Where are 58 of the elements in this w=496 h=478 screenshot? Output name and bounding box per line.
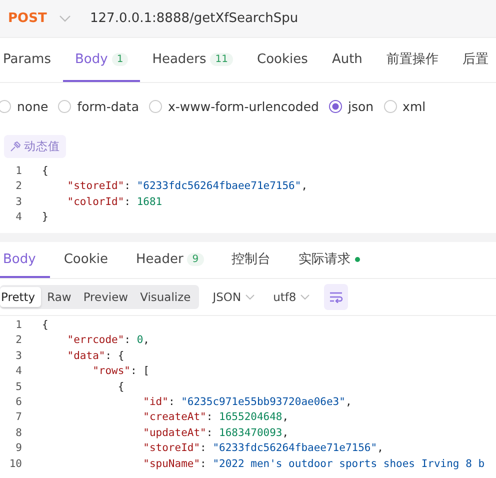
code-line: "createAt": 1655204648, bbox=[142, 410, 289, 426]
response-tab[interactable]: 实际请求 bbox=[284, 242, 374, 278]
line-number: 9 bbox=[14, 441, 22, 456]
response-tab[interactable]: Cookie bbox=[50, 242, 122, 278]
code-line: "colorId": 1681 bbox=[66, 194, 162, 210]
code-line: "rows": [ bbox=[92, 364, 150, 380]
body-type-radio[interactable]: json bbox=[328, 98, 374, 114]
chevron-down-icon bbox=[245, 294, 256, 300]
line-number: 7 bbox=[14, 410, 22, 426]
view-mode-button[interactable]: Pretty bbox=[0, 287, 42, 307]
line-number: 8 bbox=[14, 426, 22, 441]
chevron-down-icon bbox=[300, 294, 310, 300]
view-mode-button[interactable]: Raw bbox=[41, 287, 78, 307]
response-tab[interactable]: 控制台 bbox=[218, 242, 285, 278]
line-number: 4 bbox=[14, 210, 22, 226]
line-number: 2 bbox=[14, 333, 22, 348]
body-type-radio[interactable]: x-www-form-urlencoded bbox=[149, 98, 319, 114]
request-tab[interactable]: Auth bbox=[320, 38, 374, 82]
chevron-down-icon bbox=[58, 14, 71, 22]
wrap-lines-icon bbox=[329, 291, 344, 303]
code-line: { bbox=[116, 380, 124, 395]
code-line: { bbox=[42, 164, 48, 179]
code-line: } bbox=[42, 210, 48, 226]
url-field[interactable]: 127.0.0.1:8888/getXfSearchSpu bbox=[80, 0, 496, 37]
body-type-radio[interactable]: xml bbox=[384, 98, 426, 114]
word-wrap-button[interactable] bbox=[324, 284, 348, 310]
code-line: "id": "6235c971e55bb93720ae06e3", bbox=[142, 394, 352, 410]
view-mode-button[interactable]: Preview bbox=[77, 287, 134, 307]
line-number: 10 bbox=[8, 456, 22, 472]
pin-icon bbox=[10, 140, 21, 152]
request-tab[interactable]: Params bbox=[0, 38, 63, 82]
view-mode-button[interactable]: Visualize bbox=[134, 287, 197, 307]
code-line: "storeId": "6233fdc56264fbaee71e7156", bbox=[142, 441, 384, 456]
request-tab[interactable]: Headers 11 bbox=[140, 38, 246, 82]
code-line: { bbox=[42, 318, 48, 333]
line-number: 2 bbox=[14, 179, 22, 194]
code-line: "errcode": 0, bbox=[66, 333, 150, 348]
line-number: 3 bbox=[14, 348, 22, 364]
request-tab[interactable]: Cookies bbox=[245, 38, 320, 82]
line-number: 6 bbox=[14, 394, 22, 410]
line-number: 1 bbox=[14, 318, 22, 333]
code-line: "updateAt": 1683470093, bbox=[142, 426, 289, 441]
request-tab[interactable]: Body 1 bbox=[62, 38, 140, 82]
code-line: "storeId": "6233fdc56264fbaee71e7156", bbox=[66, 179, 308, 194]
line-number: 4 bbox=[14, 364, 22, 380]
line-number: 5 bbox=[14, 380, 22, 395]
request-tab[interactable]: 前置操作 bbox=[374, 38, 450, 82]
body-type-radio[interactable]: form-data bbox=[58, 98, 139, 114]
request-tab[interactable]: 后置 bbox=[450, 38, 496, 82]
response-tab[interactable]: Header 9 bbox=[122, 242, 218, 278]
format-dropdown[interactable]: JSON bbox=[208, 290, 260, 304]
encoding-dropdown[interactable]: utf8 bbox=[269, 290, 314, 304]
code-line: "data": { bbox=[66, 348, 124, 364]
line-number: 1 bbox=[14, 164, 22, 179]
line-number: 3 bbox=[14, 194, 22, 210]
body-type-radio[interactable]: none bbox=[0, 98, 48, 114]
code-line: "spuName": "2022 men's outdoor sports shoes Irving 8 b bbox=[142, 456, 485, 472]
response-tab[interactable]: Body bbox=[0, 242, 50, 278]
